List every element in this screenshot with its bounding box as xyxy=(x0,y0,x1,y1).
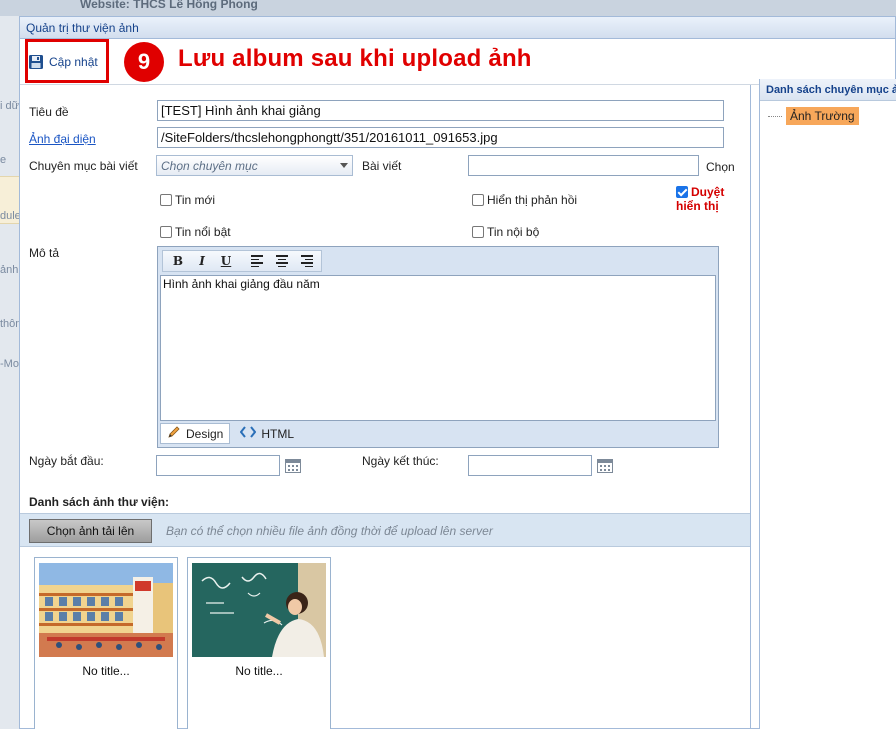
chk-internal-label: Tin nội bộ xyxy=(487,225,540,239)
chk-show-feedback-label: Hiển thị phản hồi xyxy=(487,193,578,207)
description-label: Mô tả xyxy=(29,246,60,260)
upload-hint: Bạn có thể chọn nhiều file ảnh đồng thời… xyxy=(166,524,493,538)
align-right-icon[interactable] xyxy=(295,252,317,270)
gallery-item[interactable]: No title... xyxy=(187,557,331,729)
chevron-down-icon xyxy=(340,163,348,168)
category-panel: Danh sách chuyên mục ảnh Ảnh Trường xyxy=(759,79,896,729)
chk-show-feedback[interactable]: Hiển thị phản hồi xyxy=(472,193,577,207)
checkbox-icon xyxy=(160,226,172,238)
step-instruction: Lưu album sau khi upload ảnh xyxy=(178,45,532,72)
chk-approve[interactable]: Duyệt hiển thị xyxy=(676,185,746,213)
dialog-title: Quản trị thư viện ảnh xyxy=(20,17,895,39)
calendar-icon[interactable] xyxy=(597,459,613,473)
post-input[interactable] xyxy=(468,155,699,176)
image-link[interactable]: Ảnh đại diện xyxy=(29,132,96,146)
bg-fragment: thôn xyxy=(0,318,21,330)
tree-connector xyxy=(768,115,782,117)
bold-button[interactable]: B xyxy=(167,252,189,270)
chk-new-label: Tin mới xyxy=(175,193,216,207)
gallery-item-caption: No title... xyxy=(82,664,130,678)
code-icon xyxy=(240,426,257,441)
checkbox-icon xyxy=(160,194,172,206)
title-input[interactable] xyxy=(157,100,724,121)
underline-button[interactable]: U xyxy=(215,252,237,270)
album-form: Tiêu đề Ảnh đại diện Chuyên mục bài viết… xyxy=(20,85,751,729)
background-sidebar: i dữ e dule ảnh p thôn -Mo xyxy=(0,16,21,729)
save-button-label: Cập nhật xyxy=(49,55,98,69)
pencil-icon xyxy=(167,425,181,442)
end-date-label: Ngày kết thúc: xyxy=(362,454,439,468)
category-select[interactable]: Chọn chuyên mục xyxy=(156,155,353,176)
editor-toolbar: B I U xyxy=(162,250,322,272)
tab-design-label: Design xyxy=(186,426,224,441)
tree-item: Ảnh Trường xyxy=(768,107,859,125)
rich-text-editor: B I U Hình ảnh khai giảng đầu năm Design xyxy=(157,246,719,448)
chk-featured[interactable]: Tin nổi bật xyxy=(160,225,231,239)
chk-featured-label: Tin nổi bật xyxy=(175,225,231,239)
gallery-item[interactable]: No title... xyxy=(34,557,178,729)
editor-mode-tabs: Design HTML xyxy=(160,423,300,445)
editor-content[interactable]: Hình ảnh khai giảng đầu năm xyxy=(160,275,716,421)
category-panel-title: Danh sách chuyên mục ảnh xyxy=(760,79,896,101)
save-button[interactable]: Cập nhật xyxy=(28,51,98,73)
approve-label-1: Duyệt xyxy=(691,185,725,199)
chk-new[interactable]: Tin mới xyxy=(160,193,215,207)
start-date-label: Ngày bắt đầu: xyxy=(29,454,104,468)
calendar-icon[interactable] xyxy=(285,459,301,473)
start-date-input[interactable] xyxy=(156,455,280,476)
gallery-item-caption: No title... xyxy=(235,664,283,678)
chk-internal[interactable]: Tin nội bộ xyxy=(472,225,539,239)
italic-button[interactable]: I xyxy=(191,252,213,270)
checkbox-icon xyxy=(472,194,484,206)
image-path-input[interactable] xyxy=(157,127,724,148)
tab-design[interactable]: Design xyxy=(160,423,231,444)
checkbox-checked-icon xyxy=(676,186,688,198)
bg-fragment: ảnh p xyxy=(0,264,21,276)
tab-html[interactable]: HTML xyxy=(234,423,300,444)
gallery-dialog: Quản trị thư viện ảnh Cập nhật 9 Lưu alb… xyxy=(19,16,896,729)
checkbox-icon xyxy=(472,226,484,238)
school-building-image xyxy=(39,563,173,657)
gallery-section-title: Danh sách ảnh thư viện: xyxy=(29,495,170,509)
post-label: Bài viết xyxy=(362,159,402,173)
floppy-disk-icon xyxy=(28,54,44,70)
step-badge: 9 xyxy=(124,42,164,82)
bg-fragment: -Mo xyxy=(0,358,19,370)
bg-fragment: dule xyxy=(0,210,21,222)
site-header: Website: THCS Lê Hồng Phong xyxy=(0,0,896,16)
approve-label-2: hiển thị xyxy=(676,199,719,213)
category-label: Chuyên mục bài viết xyxy=(29,159,138,173)
align-center-icon[interactable] xyxy=(271,252,293,270)
tree-item-anh-truong[interactable]: Ảnh Trường xyxy=(786,107,859,125)
tab-html-label: HTML xyxy=(261,426,295,441)
bg-fragment: i dữ xyxy=(0,100,19,112)
category-select-placeholder: Chọn chuyên mục xyxy=(161,159,258,173)
end-date-input[interactable] xyxy=(468,455,592,476)
site-title: Website: THCS Lê Hồng Phong xyxy=(80,0,258,11)
upload-button[interactable]: Chọn ảnh tải lên xyxy=(29,519,152,543)
align-left-icon[interactable] xyxy=(247,252,269,270)
teacher-chalkboard-image xyxy=(192,563,326,657)
choose-post-button[interactable]: Chọn xyxy=(706,160,735,174)
title-label: Tiêu đề xyxy=(29,105,69,119)
bg-fragment: e xyxy=(0,154,7,166)
upload-bar: Chọn ảnh tải lên Bạn có thể chọn nhiều f… xyxy=(20,513,750,547)
